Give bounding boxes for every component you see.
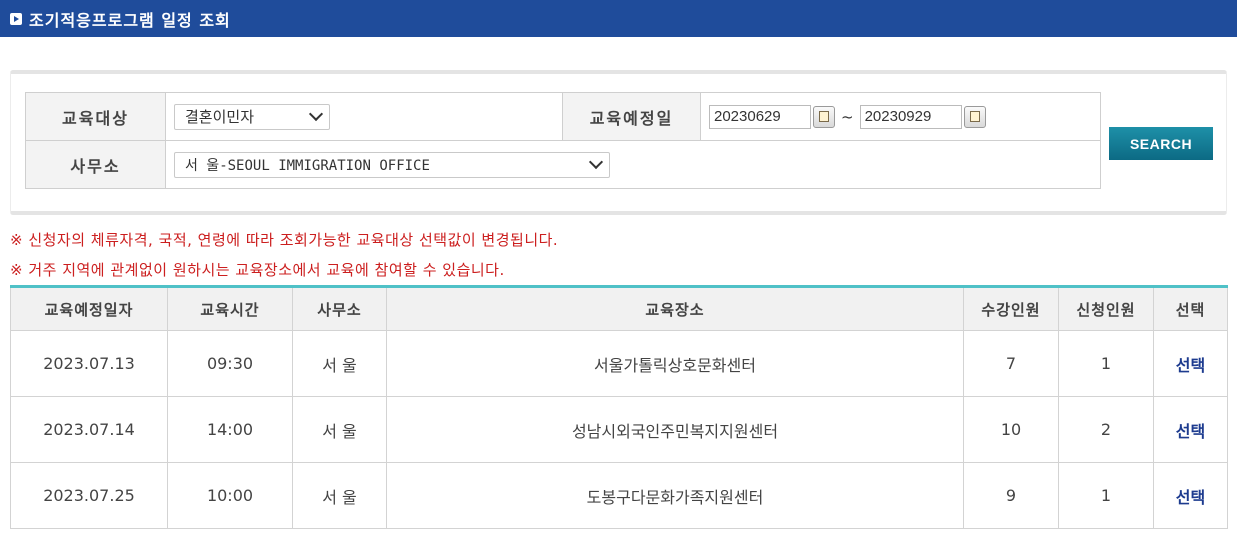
- office-label: 사무소: [25, 140, 166, 189]
- row-office: 서 울: [292, 462, 387, 529]
- date-to-input[interactable]: 20230929: [859, 104, 962, 129]
- search-button[interactable]: SEARCH: [1109, 127, 1213, 160]
- table-header-row: 교육예정일자 교육시간 사무소 교육장소 수강인원 신청인원 선택: [10, 286, 1228, 331]
- row-applied: 1: [1058, 462, 1154, 529]
- col-date: 교육예정일자: [10, 286, 168, 331]
- schedule-table: 교육예정일자 교육시간 사무소 교육장소 수강인원 신청인원 선택 2023.0…: [10, 285, 1228, 529]
- office-cell: 서 울-SEOUL IMMIGRATION OFFICE: [165, 140, 1101, 189]
- page-title: 조기적응프로그램 일정 조회: [29, 10, 231, 30]
- row-place: 성남시외국인주민복지지원센터: [386, 396, 964, 463]
- chevron-down-icon: [308, 106, 324, 122]
- row-time: 14:00: [167, 396, 293, 463]
- row-time: 10:00: [167, 462, 293, 529]
- col-time: 교육시간: [167, 286, 293, 331]
- col-applied: 신청인원: [1058, 286, 1154, 331]
- select-link[interactable]: 선택: [1153, 396, 1228, 463]
- select-link[interactable]: 선택: [1153, 330, 1228, 397]
- notice-status-text: ※ 신청자의 체류자격, 국적, 연령에 따라 조회가능한 교육대상 선택값이 …: [10, 231, 559, 249]
- row-date: 2023.07.14: [10, 396, 168, 463]
- office-select-value: 서 울-SEOUL IMMIGRATION OFFICE: [185, 157, 430, 174]
- bullet-icon: [10, 12, 22, 25]
- select-link[interactable]: 선택: [1153, 462, 1228, 529]
- row-applied: 1: [1058, 330, 1154, 397]
- target-select-value: 결혼이민자: [185, 108, 255, 126]
- table-row: 2023.07.14 14:00 서 울 성남시외국인주민복지지원센터 10 2…: [10, 396, 1228, 463]
- col-place: 교육장소: [386, 286, 964, 331]
- table-row: 2023.07.13 09:30 서 울 서울가톨릭상호문화센터 7 1 선택: [10, 330, 1228, 397]
- table-row: 2023.07.25 10:00 서 울 도봉구다문화가족지원센터 9 1 선택: [10, 462, 1228, 529]
- date-separator: ~: [841, 107, 854, 126]
- row-capacity: 10: [963, 396, 1059, 463]
- search-form: 교육대상 결혼이민자 교육예정일 20230629 ~20230929 사무소 서…: [25, 92, 1101, 189]
- calendar-icon[interactable]: [963, 105, 986, 128]
- row-office: 서 울: [292, 396, 387, 463]
- target-label: 교육대상: [25, 92, 166, 141]
- col-office: 사무소: [292, 286, 387, 331]
- row-capacity: 9: [963, 462, 1059, 529]
- col-select: 선택: [1153, 286, 1228, 331]
- row-capacity: 7: [963, 330, 1059, 397]
- calendar-icon[interactable]: [813, 105, 835, 128]
- target-select[interactable]: 결혼이민자: [174, 103, 330, 130]
- col-capacity: 수강인원: [963, 286, 1059, 331]
- row-place: 도봉구다문화가족지원센터: [386, 462, 964, 529]
- page-header: 조기적응프로그램 일정 조회: [0, 0, 1237, 37]
- row-date: 2023.07.13: [10, 330, 168, 397]
- office-select[interactable]: 서 울-SEOUL IMMIGRATION OFFICE: [174, 151, 610, 178]
- target-cell: 결혼이민자: [165, 92, 563, 141]
- row-office: 서 울: [292, 330, 387, 397]
- row-date: 2023.07.25: [10, 462, 168, 529]
- row-time: 09:30: [167, 330, 293, 397]
- date-from-input[interactable]: 20230629: [709, 104, 811, 129]
- row-place: 서울가톨릭상호문화센터: [386, 330, 964, 397]
- row-applied: 2: [1058, 396, 1154, 463]
- notice-location-text: ※ 거주 지역에 관계없이 원하시는 교육장소에서 교육에 참여할 수 있습니다…: [10, 261, 505, 279]
- search-panel: 교육대상 결혼이민자 교육예정일 20230629 ~20230929 사무소 서…: [10, 70, 1227, 215]
- chevron-down-icon: [588, 154, 604, 170]
- date-range: 20230629 ~20230929: [700, 92, 1101, 141]
- date-label: 교육예정일: [562, 92, 701, 141]
